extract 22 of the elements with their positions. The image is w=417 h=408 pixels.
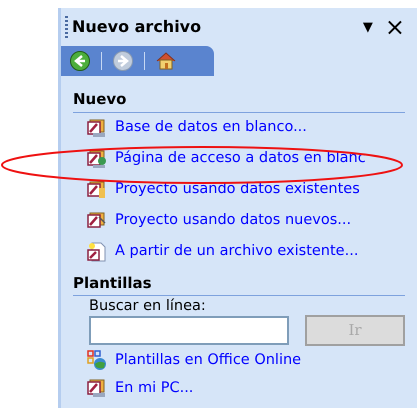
back-button[interactable]	[67, 48, 93, 74]
link[interactable]: Proyecto usando datos existentes	[115, 179, 360, 201]
grip-handle[interactable]	[65, 16, 68, 38]
link[interactable]: En mi PC...	[115, 378, 194, 400]
document-database-icon	[87, 242, 107, 262]
database-globe-icon	[87, 149, 107, 169]
globe-squares-icon	[87, 350, 107, 370]
search-label: Buscar en línea:	[88, 298, 207, 316]
database-icon	[87, 378, 107, 398]
panel-title: Nuevo archivo	[72, 16, 202, 38]
section-heading: Plantillas	[73, 272, 405, 296]
link[interactable]: Base de datos en blanco...	[115, 117, 307, 139]
section-heading: Nuevo	[73, 88, 405, 112]
close-button[interactable]: ×	[380, 15, 409, 39]
database-folder-icon	[87, 180, 107, 200]
search-field[interactable]	[89, 316, 289, 346]
link[interactable]: Proyecto usando datos nuevos...	[115, 210, 352, 232]
link[interactable]: Plantillas en Office Online	[115, 350, 302, 372]
dropdown-button[interactable]: ▼	[358, 20, 377, 34]
database-icon	[87, 118, 107, 138]
database-pencil-icon	[87, 211, 107, 231]
link[interactable]: A partir de un archivo existente...	[115, 241, 358, 263]
